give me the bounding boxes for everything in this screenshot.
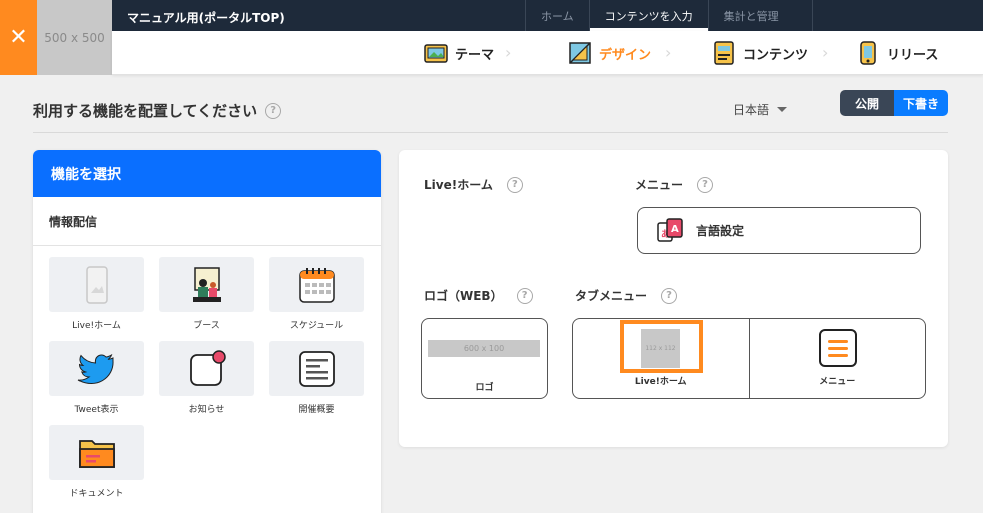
help-icon[interactable]: ?	[506, 176, 523, 193]
logo-section-label: ロゴ（WEB） ?	[424, 287, 533, 304]
logo-placeholder-image: 600 x 100	[428, 340, 540, 357]
language-select[interactable]: 日本語	[733, 101, 788, 118]
top-nav: ホーム コンテンツを入力 集計と管理	[525, 0, 813, 31]
language-icon: あA	[657, 217, 683, 242]
app-title: マニュアル用(ポータルTOP)	[127, 11, 285, 25]
overview-icon	[298, 350, 335, 387]
close-icon: ✕	[9, 25, 28, 50]
chevron-right-icon: ›	[665, 43, 672, 62]
selected-tab-highlight: 112 x 112	[620, 320, 703, 373]
live-home-section-label: Live!ホーム ?	[424, 176, 523, 193]
divider	[33, 132, 948, 133]
publish-toggle: 公開 下書き	[840, 90, 948, 116]
feature-grid: Live!ホーム ブース スケジュール Tweet表示 お知らせ 開催概要 ドキ…	[49, 257, 364, 509]
feature-notice[interactable]: お知らせ	[159, 341, 254, 425]
feature-category: 情報配信	[33, 197, 381, 246]
app-logo-placeholder: 500 x 500	[37, 0, 112, 75]
menu-icon	[818, 329, 857, 367]
caret-down-icon	[777, 107, 788, 112]
tab-slot-menu[interactable]: メニュー	[748, 319, 926, 398]
booth-icon	[192, 266, 221, 302]
tab-menu-slots: 112 x 112 Live!ホーム メニュー	[572, 318, 926, 399]
twitter-icon	[77, 353, 114, 384]
phone-icon	[85, 265, 108, 304]
tab-placeholder-image: 112 x 112	[641, 329, 680, 368]
help-icon[interactable]: ?	[697, 176, 714, 193]
topnav-home[interactable]: ホーム	[525, 0, 589, 31]
step-design[interactable]: デザイン	[567, 39, 651, 67]
help-icon[interactable]: ?	[516, 287, 533, 304]
topnav-aggregate[interactable]: 集計と管理	[707, 0, 813, 31]
draft-button[interactable]: 下書き	[894, 90, 948, 116]
feature-booth[interactable]: ブース	[159, 257, 254, 341]
folder-icon	[78, 439, 115, 468]
layout-panel: Live!ホーム ? メニュー ? あA 言語設定 ロゴ（WEB） ? タブメニ…	[399, 150, 948, 447]
feature-panel-header: 機能を選択	[33, 150, 381, 197]
step-contents[interactable]: コンテンツ	[711, 39, 808, 67]
section-title: 利用する機能を配置してください ?	[33, 100, 282, 121]
notification-icon	[189, 349, 226, 386]
design-icon	[569, 42, 591, 64]
help-icon[interactable]: ?	[661, 287, 678, 304]
top-bar: マニュアル用(ポータルTOP) ホーム コンテンツを入力 集計と管理	[112, 0, 983, 31]
feature-live-home[interactable]: Live!ホーム	[49, 257, 144, 341]
tab-menu-section-label: タブメニュー ?	[575, 287, 678, 304]
step-release[interactable]: リリース	[855, 39, 938, 67]
calendar-icon	[298, 267, 335, 303]
tab-slot-live-home[interactable]: 112 x 112 Live!ホーム	[573, 319, 749, 398]
help-icon[interactable]: ?	[265, 102, 282, 119]
feature-document[interactable]: ドキュメント	[49, 425, 144, 509]
language-settings-button[interactable]: あA 言語設定	[637, 207, 921, 254]
logo-slot[interactable]: 600 x 100 ロゴ	[421, 318, 548, 399]
step-bar: テーマ › デザイン › コンテンツ › リリース	[112, 31, 983, 75]
close-button[interactable]: ✕	[0, 0, 37, 75]
contents-icon	[714, 41, 734, 65]
svg-text:A: A	[671, 224, 679, 235]
step-theme[interactable]: テーマ	[423, 39, 494, 67]
feature-schedule[interactable]: スケジュール	[269, 257, 364, 341]
chevron-right-icon: ›	[505, 43, 512, 62]
release-icon	[860, 41, 876, 65]
chevron-right-icon: ›	[822, 43, 829, 62]
feature-tweet[interactable]: Tweet表示	[49, 341, 144, 425]
theme-icon	[424, 44, 448, 63]
feature-overview[interactable]: 開催概要	[269, 341, 364, 425]
menu-section-label: メニュー ?	[635, 176, 714, 193]
publish-button[interactable]: 公開	[840, 90, 894, 116]
topnav-content-input[interactable]: コンテンツを入力	[588, 0, 708, 31]
